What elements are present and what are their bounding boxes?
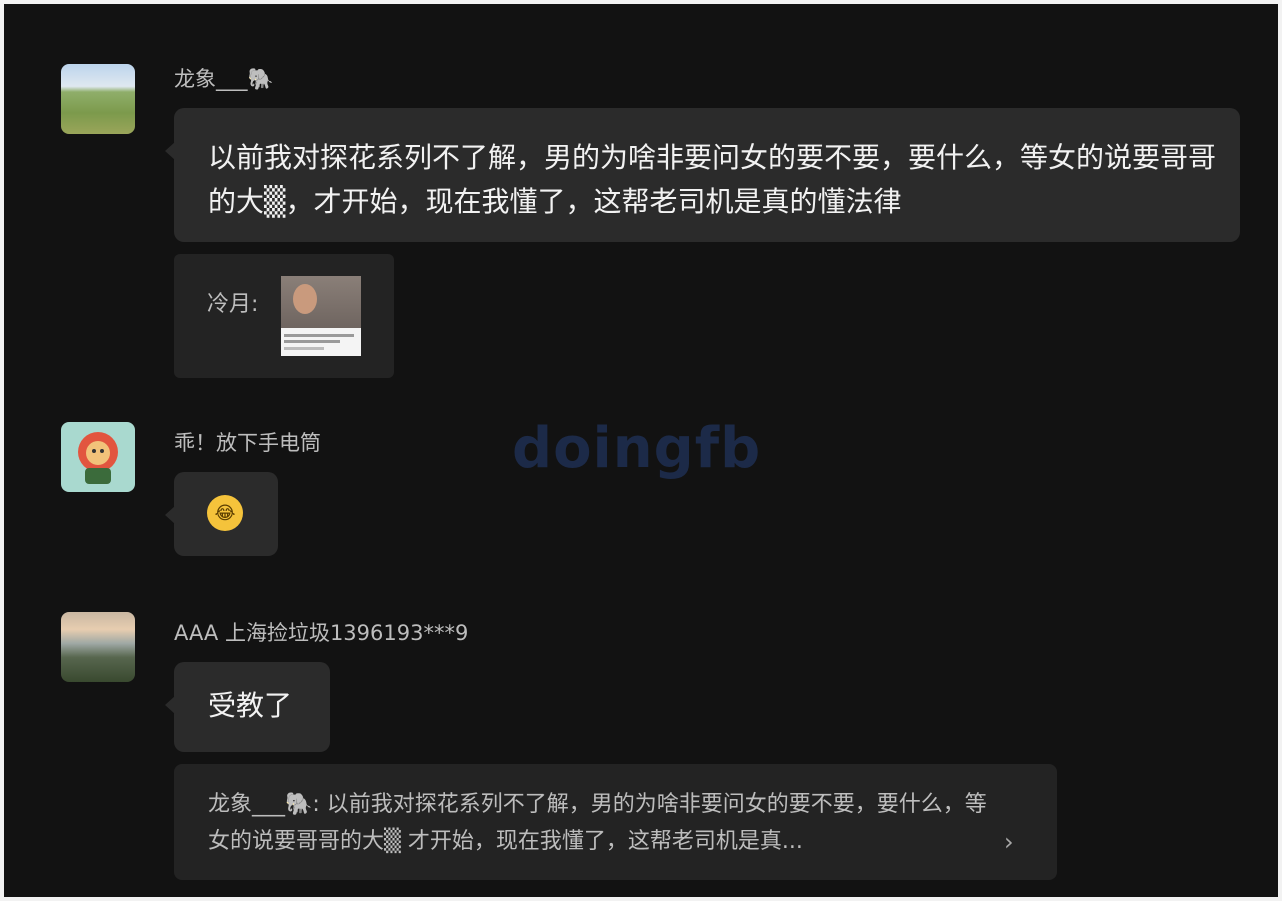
sender-name: 龙象___🐘 xyxy=(174,67,274,91)
reply-thumbnail[interactable] xyxy=(281,276,361,356)
crying-laughing-emoji-icon: 😂 xyxy=(207,495,243,531)
sender-name: 乖！放下手电筒 xyxy=(174,431,321,455)
reply-label: 冷月: xyxy=(207,292,259,317)
avatar[interactable] xyxy=(61,612,135,682)
reply-attachment[interactable]: 冷月: xyxy=(174,254,394,378)
thumbnail-person xyxy=(293,284,317,314)
thumbnail-caption-line xyxy=(284,340,340,343)
avatar[interactable] xyxy=(61,64,135,134)
quoted-message[interactable]: 龙象___🐘: 以前我对探花系列不了解，男的为啥非要问女的要不要，要什么，等女的… xyxy=(174,764,1057,880)
thumbnail-caption-line xyxy=(284,334,354,337)
avatar-lion-icon xyxy=(78,432,118,484)
thumbnail-caption-line xyxy=(284,347,324,350)
message-text: 受教了 xyxy=(208,689,293,722)
watermark: doingfb xyxy=(512,416,762,481)
message-text: 以前我对探花系列不了解，男的为啥非要问女的要不要，要什么，等女的说要哥哥的大▒，… xyxy=(208,141,1217,218)
chat-window: 龙象___🐘 以前我对探花系列不了解，男的为啥非要问女的要不要，要什么，等女的说… xyxy=(4,4,1278,897)
message-bubble[interactable]: 受教了 xyxy=(165,662,330,752)
chevron-right-icon[interactable]: › xyxy=(1004,828,1014,856)
message-bubble[interactable]: 😂 xyxy=(165,472,278,556)
quoted-message-text: 龙象___🐘: 以前我对探花系列不了解，男的为啥非要问女的要不要，要什么，等女的… xyxy=(208,792,987,854)
message-bubble[interactable]: 以前我对探花系列不了解，男的为啥非要问女的要不要，要什么，等女的说要哥哥的大▒，… xyxy=(165,108,1240,242)
avatar[interactable] xyxy=(61,422,135,492)
sender-name: AAA 上海捡垃圾1396193***9 xyxy=(174,621,469,645)
